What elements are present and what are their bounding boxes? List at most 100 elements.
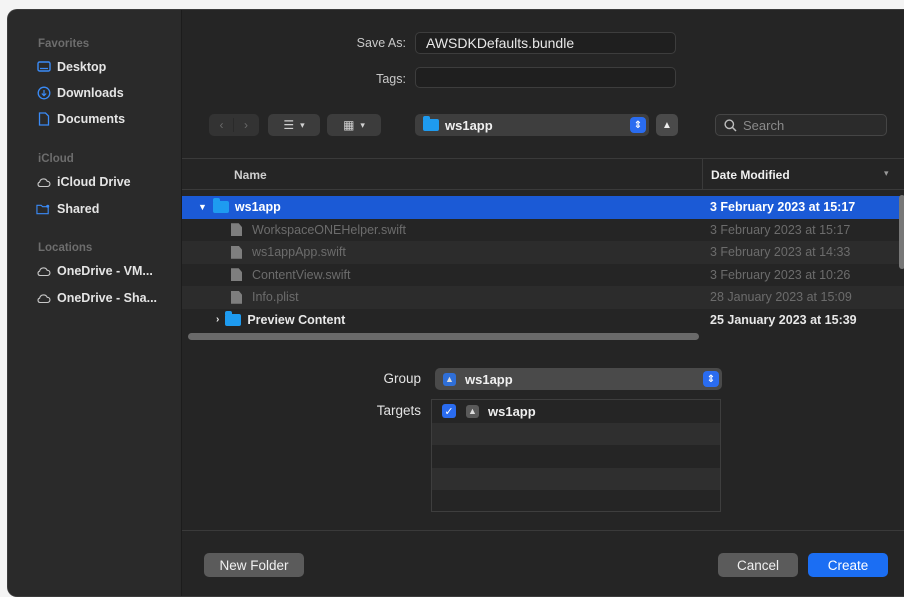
target-row-empty (432, 467, 720, 490)
updown-chevron-icon: ⇕ (630, 117, 646, 133)
group-value: ws1app (465, 371, 513, 387)
sidebar-item-icloud-drive[interactable]: iCloud Drive (36, 172, 176, 192)
target-row[interactable]: ✓ ▲ ws1app (432, 400, 720, 423)
folder-icon (225, 310, 242, 326)
swift-file-icon (231, 245, 242, 259)
save-dialog: Favorites Desktop Downloads Documents iC… (7, 9, 904, 597)
sort-chevron-icon[interactable]: ▾ (884, 168, 889, 179)
sidebar-item-label: Downloads (57, 86, 124, 100)
list-view-icon: ☰ (283, 118, 295, 132)
chevron-down-icon: ▾ (360, 119, 365, 130)
app-target-icon: ▲ (466, 404, 479, 418)
cloud-icon (36, 264, 51, 279)
view-list-button[interactable]: ☰ ▾ (268, 114, 320, 136)
row-date: 3 February 2023 at 14:33 (710, 245, 851, 260)
sidebar-item-documents[interactable]: Documents (36, 109, 176, 129)
table-row: ws1appApp.swift 3 February 2023 at 14:33 (182, 241, 904, 264)
documents-icon (36, 112, 51, 127)
sidebar-item-onedrive-vm[interactable]: OneDrive - VM... (36, 261, 176, 281)
tags-field[interactable] (415, 67, 676, 88)
sidebar-item-label: iCloud Drive (57, 175, 131, 189)
column-divider (702, 159, 703, 190)
desktop-icon (36, 60, 51, 75)
forward-button[interactable]: › (234, 118, 258, 132)
bottom-bar: New Folder Cancel Create (182, 530, 904, 596)
create-button[interactable]: Create (808, 553, 888, 577)
targets-label: Targets (376, 403, 421, 418)
chevron-up-icon: ▲ (662, 119, 672, 131)
row-date: 3 February 2023 at 15:17 (710, 200, 856, 215)
checkbox-checked[interactable]: ✓ (442, 404, 456, 419)
grid-view-icon: ▦ (343, 118, 355, 132)
column-header-name[interactable]: Name (234, 168, 267, 182)
row-date: 25 January 2023 at 15:39 (710, 312, 857, 327)
sidebar-item-desktop[interactable]: Desktop (36, 57, 176, 77)
group-label: Group (383, 371, 421, 386)
chevron-down-icon: ▾ (300, 119, 305, 130)
row-name: Preview Content (247, 312, 346, 327)
save-as-label: Save As: (356, 36, 406, 50)
downloads-icon (36, 86, 51, 101)
shared-folder-icon (36, 202, 51, 217)
sidebar-section-favorites: Favorites (38, 38, 90, 50)
row-name: ws1appApp.swift (252, 245, 346, 260)
row-name: ws1app (234, 200, 281, 215)
table-row: ContentView.swift 3 February 2023 at 10:… (182, 264, 904, 287)
main-panel: Save As: AWSDKDefaults.bundle Tags: ‹ › … (182, 10, 904, 596)
cancel-button[interactable]: Cancel (718, 553, 798, 577)
target-row-empty (432, 445, 720, 468)
row-date: 3 February 2023 at 10:26 (710, 267, 851, 282)
location-popup[interactable]: ws1app ⇕ (415, 114, 649, 136)
row-date: 3 February 2023 at 15:17 (710, 222, 851, 237)
sidebar-item-label: OneDrive - Sha... (57, 291, 158, 305)
group-icon: ▲ (443, 372, 456, 386)
sidebar: Favorites Desktop Downloads Documents iC… (8, 10, 182, 596)
horizontal-scrollbar[interactable] (188, 333, 699, 340)
cloud-icon (36, 291, 51, 306)
sidebar-item-downloads[interactable]: Downloads (36, 83, 176, 103)
table-row: WorkspaceONEHelper.swift 3 February 2023… (182, 219, 904, 242)
row-date: 28 January 2023 at 15:09 (710, 290, 852, 305)
save-as-field[interactable]: AWSDKDefaults.bundle (415, 32, 676, 54)
back-button[interactable]: ‹ (210, 118, 234, 132)
back-forward-control: ‹ › (209, 114, 259, 136)
tags-label: Tags: (376, 72, 406, 86)
sidebar-item-label: Shared (57, 202, 100, 216)
search-field[interactable]: Search (715, 114, 887, 136)
disclosure-closed-icon[interactable]: › (216, 314, 219, 325)
disclosure-open-icon[interactable]: ▼ (198, 202, 207, 212)
cloud-icon (36, 175, 51, 190)
collapse-button[interactable]: ▲ (656, 114, 678, 136)
row-name: WorkspaceONEHelper.swift (252, 222, 406, 237)
folder-icon (212, 198, 229, 214)
swift-file-icon (231, 268, 242, 282)
table-row[interactable]: ▼ ws1app 3 February 2023 at 15:17 (182, 196, 904, 219)
targets-list: ✓ ▲ ws1app (431, 399, 721, 512)
location-label: ws1app (445, 117, 493, 133)
updown-chevron-icon: ⇕ (703, 371, 719, 387)
row-name: ContentView.swift (252, 267, 351, 282)
sidebar-item-onedrive-sha[interactable]: OneDrive - Sha... (36, 288, 176, 308)
group-popup[interactable]: ▲ ws1app ⇕ (435, 368, 722, 390)
sidebar-item-label: Desktop (57, 60, 107, 74)
sidebar-section-locations: Locations (38, 242, 93, 254)
plist-file-icon (231, 290, 242, 304)
target-row-empty (432, 490, 720, 513)
sidebar-item-label: Documents (57, 112, 126, 126)
folder-icon (423, 116, 439, 131)
sidebar-item-shared[interactable]: Shared (36, 199, 176, 219)
new-folder-button[interactable]: New Folder (204, 553, 304, 577)
target-label: ws1app (488, 403, 536, 419)
file-table: Name Date Modified ▾ ▼ ws1app 3 February… (182, 158, 904, 331)
search-icon (724, 118, 737, 132)
target-row-empty (432, 422, 720, 445)
table-row[interactable]: › Preview Content 25 January 2023 at 15:… (182, 309, 904, 332)
view-grid-button[interactable]: ▦ ▾ (327, 114, 381, 136)
table-row: Info.plist 28 January 2023 at 15:09 (182, 286, 904, 309)
column-header-date[interactable]: Date Modified (711, 168, 790, 182)
search-placeholder: Search (743, 117, 785, 133)
table-header: Name Date Modified ▾ (182, 158, 904, 190)
sidebar-section-icloud: iCloud (38, 153, 74, 165)
vertical-scrollbar[interactable] (899, 195, 904, 269)
swift-file-icon (231, 223, 242, 237)
